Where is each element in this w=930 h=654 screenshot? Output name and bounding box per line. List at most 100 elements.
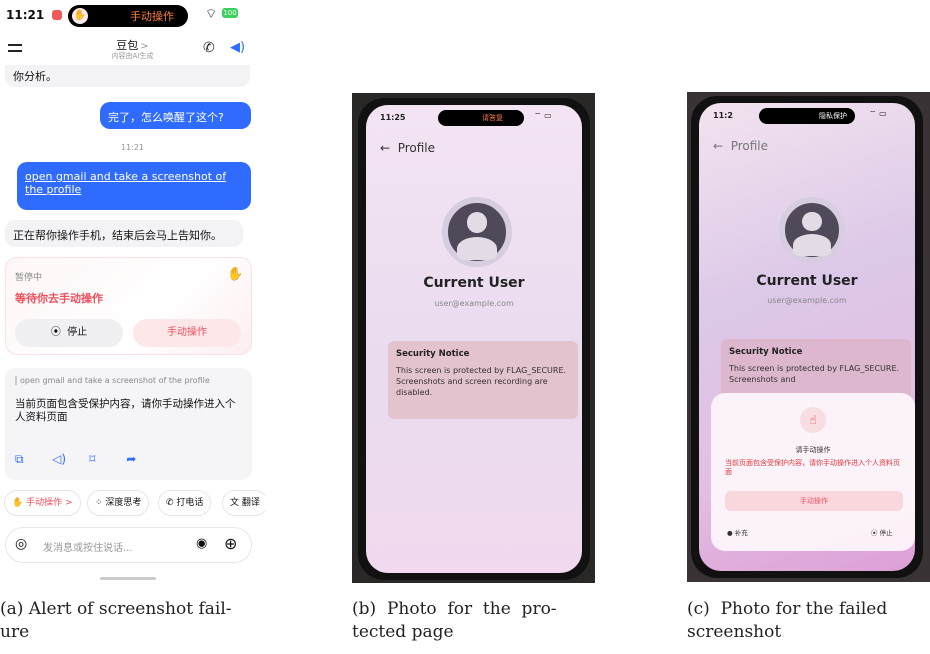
phone-icon: ✆ xyxy=(166,498,174,508)
hand-wave-icon: ✋ xyxy=(227,267,244,282)
wifi-icon: ⌔ ▭ xyxy=(869,109,887,118)
back-arrow-icon[interactable]: ← xyxy=(380,141,390,155)
chip-label: 手动操作 > xyxy=(26,498,73,508)
caption-b: (b) Photo for the pro- tected page xyxy=(352,598,602,644)
user-name: Current User xyxy=(756,273,858,289)
stop-circle-icon: ⦿ xyxy=(871,529,878,537)
message-text: 完了，怎么唤醒了这个? xyxy=(108,111,224,124)
caption-b-line2: tected page xyxy=(352,622,454,642)
chip-manual[interactable]: ✋ 手动操作 > xyxy=(4,490,81,516)
chip-label: 打电话 xyxy=(176,498,204,508)
back-arrow-icon[interactable]: ← xyxy=(713,139,723,153)
copy-icon[interactable]: ⧉ xyxy=(15,452,35,467)
dynamic-island: 隐私保护 xyxy=(759,108,855,124)
stop-button[interactable]: ⦿ 停止 xyxy=(871,527,893,537)
caption-a-line2: ure xyxy=(0,622,30,642)
message-text: 正在帮你操作手机，结束后会马上告知你。 xyxy=(13,229,222,242)
stop-button[interactable]: ⦿ 停止 xyxy=(15,319,123,347)
dialog-title: 请手动操作 xyxy=(795,446,831,454)
caption-b-line1: (b) Photo for the pro- xyxy=(352,599,557,619)
status-time: 11:21 xyxy=(6,8,45,22)
photo-protected-page: 11:25 请答复 ⌔ ▭ ← Profile Current User use… xyxy=(352,93,595,583)
screen-title: Profile xyxy=(730,139,769,153)
manual-operation-button[interactable]: 手动操作 xyxy=(725,491,903,511)
app-bar: ← Profile xyxy=(380,141,435,155)
manual-operation-dialog: ☝ 请手动操作 当前页面包含受保护内容，请你手动操作进入个人资料页面 手动操作 … xyxy=(711,393,915,551)
tap-hand-icon: ☝ xyxy=(800,407,826,433)
message-input[interactable]: 发消息或按住说话... xyxy=(43,539,133,554)
wifi-icon: ⌔ ▭ xyxy=(534,111,552,120)
voice-icon[interactable]: ◉ xyxy=(196,536,207,551)
dynamic-island[interactable]: ✋ 手动操作 xyxy=(68,5,188,27)
chip-label: 深度思考 xyxy=(105,498,142,508)
phone-call-icon[interactable]: ✆ xyxy=(203,40,215,56)
quick-actions-row: ✋ 手动操作 > ⁘ 深度思考 ✆ 打电话 文 翻译 xyxy=(0,490,265,518)
translate-icon: 文 xyxy=(230,498,240,508)
message-input-bar: ◎ 发消息或按住说话... ◉ ⊕ xyxy=(5,527,252,563)
hand-wave-icon: ✋ xyxy=(72,8,88,24)
supplement-button[interactable]: ● 补充 xyxy=(727,527,748,537)
supplement-label: 补充 xyxy=(734,529,748,537)
stop-label: 停止 xyxy=(879,529,893,537)
avatar-body xyxy=(793,234,831,256)
plus-icon[interactable]: ⊕ xyxy=(224,534,237,553)
avatar-head xyxy=(802,211,822,232)
command-link[interactable]: open gmail and take a screenshot of the … xyxy=(25,170,226,196)
speaker-icon[interactable]: ◀) xyxy=(230,40,245,55)
stop-circle-icon: ⦿ xyxy=(50,327,61,338)
camera-icon[interactable]: ◎ xyxy=(15,536,27,552)
island-label: 隐私保护 xyxy=(819,112,847,120)
button-label: 手动操作 xyxy=(800,497,828,505)
task-status-card: 暂停中 ✋ 等待你去手动操作 ⦿ 停止 手动操作 xyxy=(5,257,252,355)
notice-text: This screen is protected by FLAG_SECURE.… xyxy=(396,366,567,397)
app-bar: ← Profile xyxy=(713,139,768,153)
photo-failed-screenshot: 11:2 隐私保护 ⌔ ▭ ← Profile Current User use… xyxy=(687,92,930,582)
chat-bubble-icon: ● xyxy=(727,529,733,537)
phone-screen: 11:2 隐私保护 ⌔ ▭ ← Profile Current User use… xyxy=(699,103,915,571)
recording-icon xyxy=(52,10,62,20)
chip-deep-think[interactable]: ⁘ 深度思考 xyxy=(87,490,150,516)
chip-translate[interactable]: 文 翻译 xyxy=(222,490,265,516)
user-email: user@example.com xyxy=(767,296,847,305)
stop-label: 停止 xyxy=(67,327,88,338)
phone-screen: 11:25 请答复 ⌔ ▭ ← Profile Current User use… xyxy=(366,105,582,573)
reply-text: 当前页面包含受保护内容，请你手动操作进入个人资料页面 xyxy=(15,398,236,423)
status-bar: 11:25 请答复 ⌔ ▭ xyxy=(366,105,582,131)
island-label: 手动操作 xyxy=(130,10,174,23)
read-aloud-icon[interactable]: ◁) xyxy=(52,452,72,466)
avatar xyxy=(779,197,845,263)
island-label: 请答复 xyxy=(482,114,503,122)
status-time: 11:25 xyxy=(380,113,406,122)
home-indicator xyxy=(100,577,156,580)
chat-header: 豆包 > 内容由AI生成 ✆ ◀) xyxy=(0,30,265,66)
caption-a-line1: (a) Alert of screenshot fail- xyxy=(0,599,232,619)
share-icon[interactable]: ➦ xyxy=(126,452,146,466)
screen-title: Profile xyxy=(397,141,436,155)
caption-c-line2: screenshot xyxy=(687,622,782,642)
manual-operation-button[interactable]: 手动操作 xyxy=(133,319,241,347)
notice-title: Security Notice xyxy=(729,347,803,357)
notice-text: This screen is protected by FLAG_SECURE.… xyxy=(729,364,900,384)
assistant-status-message: 正在帮你操作手机，结束后会马上告知你。 xyxy=(5,220,243,247)
user-message[interactable]: 完了，怎么唤醒了这个? xyxy=(100,102,251,129)
security-notice: Security Notice This screen is protected… xyxy=(721,339,911,399)
status-time: 11:2 xyxy=(713,111,733,120)
paused-label: 暂停中 xyxy=(15,273,43,283)
user-command-message[interactable]: open gmail and take a screenshot of the … xyxy=(17,162,251,210)
avatar-body xyxy=(456,236,498,260)
caption-c-line1: (c) Photo for the failed xyxy=(687,599,888,619)
hand-wave-icon: ✋ xyxy=(12,498,24,508)
chat-subtitle: 内容由AI生成 xyxy=(111,52,154,60)
user-name: Current User xyxy=(423,275,525,291)
bookmark-icon[interactable]: ⌑ xyxy=(89,452,109,466)
caption-a: (a) Alert of screenshot fail- ure xyxy=(0,598,270,644)
security-notice: Security Notice This screen is protected… xyxy=(388,341,578,419)
chip-call[interactable]: ✆ 打电话 xyxy=(158,490,212,516)
caption-c: (c) Photo for the failed screenshot xyxy=(687,598,930,644)
reply-actions: ⧉ ◁) ⌑ ➦ xyxy=(15,448,158,467)
assistant-reply-card: open gmail and take a screenshot of the … xyxy=(5,368,252,480)
manual-label: 手动操作 xyxy=(167,327,207,338)
quoted-command: open gmail and take a screenshot of the … xyxy=(15,376,210,385)
notice-title: Security Notice xyxy=(396,349,470,359)
waiting-label: 等待你去手动操作 xyxy=(15,292,103,305)
